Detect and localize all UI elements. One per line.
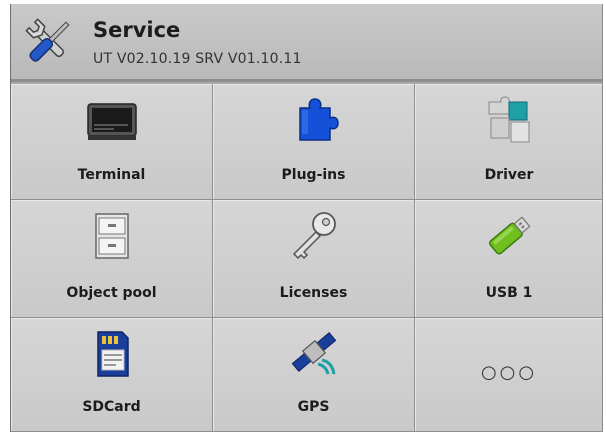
tile-label: Terminal bbox=[77, 167, 146, 183]
cabinet-drawers-icon bbox=[94, 213, 129, 259]
tile-label: Driver bbox=[484, 167, 534, 183]
terminal-button[interactable]: Terminal bbox=[11, 84, 213, 200]
key-icon bbox=[292, 212, 336, 260]
usb-stick-icon bbox=[489, 216, 531, 255]
puzzle-piece-icon bbox=[298, 98, 339, 141]
tile-label: Plug-ins bbox=[281, 167, 346, 183]
tile-label: USB 1 bbox=[485, 285, 533, 301]
more-dots-icon: ○○○ bbox=[480, 362, 538, 383]
tile-label: SDCard bbox=[82, 399, 141, 415]
licenses-button[interactable]: Licenses bbox=[213, 200, 415, 318]
tile-label: Licenses bbox=[279, 285, 348, 301]
gps-button[interactable]: GPS bbox=[213, 318, 415, 432]
service-screen: Service UT V02.10.19 SRV V01.10.11 Termi… bbox=[10, 4, 603, 432]
sd-card-icon bbox=[96, 331, 129, 377]
satellite-icon bbox=[291, 332, 336, 375]
driver-button[interactable]: Driver bbox=[415, 84, 602, 200]
wrench-screwdriver-icon bbox=[25, 18, 70, 62]
service-menu-grid: Terminal Plug-ins Driver Object pool Lic… bbox=[11, 84, 602, 432]
tile-label: GPS bbox=[297, 399, 330, 415]
terminal-screen-icon bbox=[86, 103, 137, 140]
service-header: Service UT V02.10.19 SRV V01.10.11 bbox=[11, 4, 602, 82]
plug-ins-button[interactable]: Plug-ins bbox=[213, 84, 415, 200]
more-button[interactable]: ○○○ bbox=[415, 318, 602, 432]
object-pool-button[interactable]: Object pool bbox=[11, 200, 213, 318]
usb-1-button[interactable]: USB 1 bbox=[415, 200, 602, 318]
tile-label: Object pool bbox=[66, 285, 157, 301]
sdcard-button[interactable]: SDCard bbox=[11, 318, 213, 432]
puzzle-pieces-icon bbox=[488, 96, 530, 143]
version-info: UT V02.10.19 SRV V01.10.11 bbox=[93, 51, 302, 67]
page-title: Service bbox=[93, 18, 181, 42]
